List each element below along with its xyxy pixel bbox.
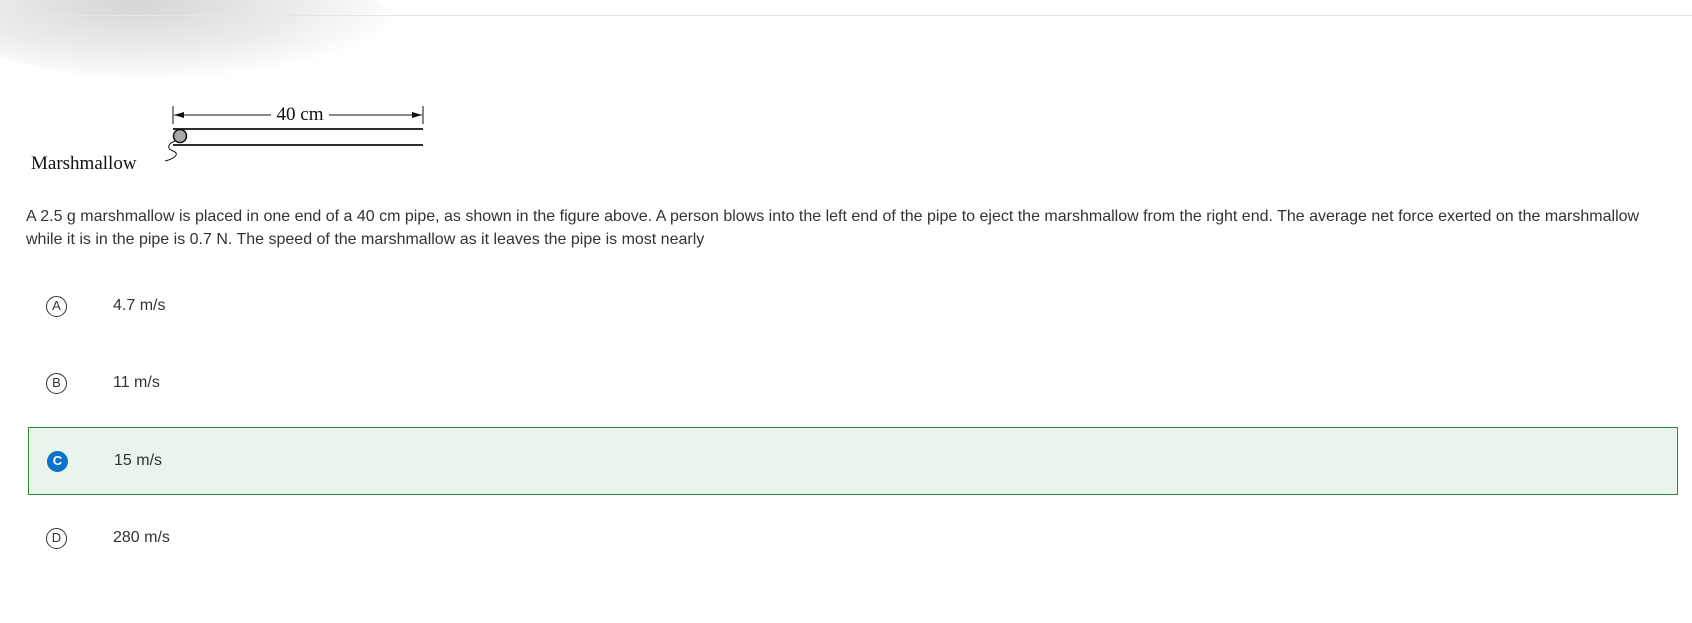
choice-b-text: 11 m/s [113,374,160,391]
choice-a-text: 4.7 m/s [113,297,166,314]
header-divider [0,15,1692,16]
dimension-arrow-left [174,112,184,118]
choice-c-text: 15 m/s [114,452,163,469]
choice-a-letter-badge: A [46,295,67,317]
dimension-label: 40 cm [277,104,324,125]
choice-d-letter-badge: D [46,527,67,549]
label-leader-line [164,140,177,162]
choice-a[interactable]: A 4.7 m/s [28,272,1678,340]
choice-d-text: 280 m/s [113,529,170,546]
dimension-arrow-right [412,112,422,118]
choice-c-letter-badge: C [47,450,68,472]
pipe-figure: 40 cm Marshmallow [26,100,446,195]
choice-c[interactable]: C 15 m/s [28,427,1678,495]
marshmallow-ball [172,128,188,144]
pipe-diagram: 40 cm Marshmallow [31,104,424,174]
header-shadow [0,0,400,80]
choice-b[interactable]: B 11 m/s [28,349,1678,417]
choice-b-letter-badge: B [46,372,67,394]
marshmallow-label: Marshmallow [31,153,137,174]
question-text: A 2.5 g marshmallow is placed in one end… [26,208,1640,248]
choice-d[interactable]: D 280 m/s [28,504,1678,572]
